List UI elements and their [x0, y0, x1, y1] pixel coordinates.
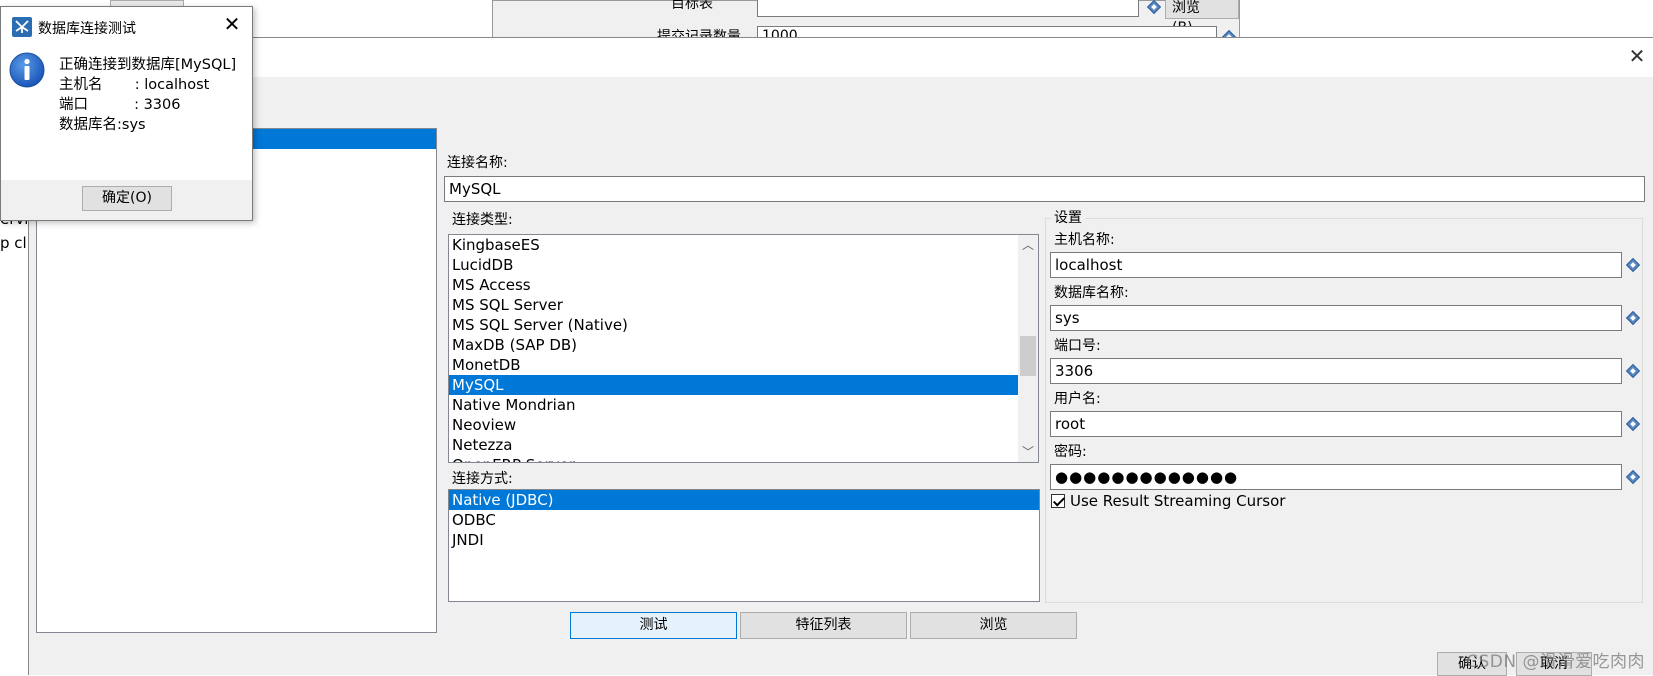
- variable-icon[interactable]: [1147, 0, 1161, 14]
- messagebox-footer: 确定(O): [1, 180, 252, 220]
- messagebox-titlebar: 数据库连接测试 ✕: [1, 7, 252, 39]
- connection-type-item[interactable]: KingbaseES: [449, 235, 1038, 255]
- streaming-cursor-checkbox[interactable]: [1051, 494, 1065, 508]
- access-method-item[interactable]: ODBC: [449, 510, 1039, 530]
- message-line: 主机名 : localhost: [59, 73, 209, 94]
- connection-type-item[interactable]: Neoview: [449, 415, 1038, 435]
- password-input[interactable]: ●●●●●●●●●●●●●: [1050, 464, 1622, 490]
- dialog-body: 连接名称: MySQL 连接类型: KingbaseESLucidDBMS Ac…: [29, 77, 1653, 675]
- chevron-up-icon[interactable]: ︿: [1018, 235, 1038, 255]
- explore-button[interactable]: 浏览: [910, 612, 1077, 639]
- message-line: 数据库名:sys: [59, 113, 146, 134]
- database-connection-dialog: ✕ 连接名称: MySQL 连接类型: KingbaseESLucidDBMS …: [28, 37, 1653, 675]
- messagebox-ok-button[interactable]: 确定(O): [82, 186, 172, 211]
- message-line: 端口 : 3306: [59, 93, 181, 114]
- connection-type-item[interactable]: Native Mondrian: [449, 395, 1038, 415]
- password-label: 密码:: [1054, 441, 1087, 461]
- connection-type-item[interactable]: MySQL: [449, 375, 1038, 395]
- connection-type-item[interactable]: MaxDB (SAP DB): [449, 335, 1038, 355]
- scroll-thumb[interactable]: [1020, 336, 1036, 376]
- port-input[interactable]: 3306: [1050, 358, 1622, 384]
- connection-name-label: 连接名称:: [447, 152, 508, 172]
- close-icon[interactable]: ✕: [1625, 44, 1649, 68]
- access-method-label: 连接方式:: [452, 468, 513, 488]
- connection-type-item[interactable]: MS Access: [449, 275, 1038, 295]
- connection-type-list[interactable]: KingbaseESLucidDBMS AccessMS SQL ServerM…: [448, 234, 1039, 463]
- connection-name-input[interactable]: MySQL: [444, 176, 1645, 202]
- watermark: CSDN @滑滑爱吃肉肉: [1466, 647, 1645, 672]
- chevron-down-icon[interactable]: ﹀: [1018, 442, 1038, 462]
- access-method-item[interactable]: JNDI: [449, 530, 1039, 550]
- messagebox-title: 数据库连接测试: [38, 18, 136, 38]
- connection-type-item[interactable]: MonetDB: [449, 355, 1038, 375]
- feature-list-button[interactable]: 特征列表: [740, 612, 907, 639]
- connection-type-item[interactable]: LucidDB: [449, 255, 1038, 275]
- host-name-label: 主机名称:: [1054, 229, 1115, 249]
- info-icon: [9, 52, 45, 88]
- access-method-list[interactable]: Native (JDBC)ODBCJNDI: [448, 489, 1040, 602]
- message-line: 正确连接到数据库[MySQL]: [59, 53, 236, 74]
- target-table-input[interactable]: [757, 0, 1139, 17]
- database-name-input[interactable]: sys: [1050, 305, 1622, 331]
- browse-button[interactable]: 浏览(B)...: [1165, 0, 1239, 19]
- port-label: 端口号:: [1054, 335, 1101, 355]
- access-method-item[interactable]: Native (JDBC): [449, 490, 1039, 510]
- connection-type-scrollbar[interactable]: ︿ ﹀: [1018, 235, 1038, 462]
- target-table-label: 目标表: [671, 0, 713, 13]
- database-name-label: 数据库名称:: [1054, 282, 1129, 302]
- connection-test-messagebox: 数据库连接测试 ✕ 正确连接到数据库[MySQL] 主机名 : localhos…: [0, 6, 253, 221]
- username-input[interactable]: root: [1050, 411, 1622, 437]
- connection-type-item[interactable]: MS SQL Server (Native): [449, 315, 1038, 335]
- connection-type-item[interactable]: Netezza: [449, 435, 1038, 455]
- test-button[interactable]: 测试: [570, 612, 737, 639]
- left-strip-fragment: p cl: [0, 234, 27, 252]
- connection-type-item[interactable]: OpenERP Server: [449, 455, 1038, 463]
- connection-type-item[interactable]: MS SQL Server: [449, 295, 1038, 315]
- dialog-titlebar: ✕: [29, 38, 1653, 77]
- connection-type-label: 连接类型:: [452, 209, 513, 229]
- settings-group-title: 设置: [1051, 207, 1085, 227]
- messagebox-body: 正确连接到数据库[MySQL] 主机名 : localhost 端口 : 330…: [1, 39, 252, 220]
- close-icon[interactable]: ✕: [220, 12, 244, 36]
- kettle-app-icon: [12, 17, 32, 37]
- host-name-input[interactable]: localhost: [1050, 252, 1622, 278]
- streaming-cursor-label: Use Result Streaming Cursor: [1070, 492, 1285, 510]
- background-step-window: 目标表 浏览(B)... 提交记录数量 1000: [492, 0, 1240, 42]
- username-label: 用户名:: [1054, 388, 1101, 408]
